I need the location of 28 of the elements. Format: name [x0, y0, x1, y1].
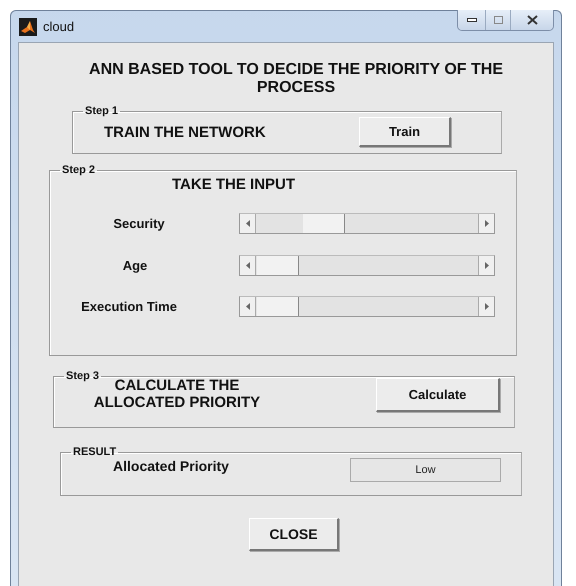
close-icon	[526, 15, 538, 25]
step-label: TRAIN THE NETWORK	[104, 124, 267, 140]
close-button[interactable]	[510, 10, 553, 30]
panel-legend: Step 1	[83, 105, 120, 117]
maximize-icon	[494, 16, 502, 24]
slider[interactable]	[239, 296, 495, 317]
panel-legend: RESULT	[71, 446, 118, 458]
slider-label: Age	[122, 258, 148, 273]
section-title: TAKE THE INPUT	[172, 176, 296, 193]
app-logo-icon	[19, 18, 37, 36]
panel-legend: Step 2	[60, 164, 98, 176]
slider-thumb[interactable]	[257, 297, 300, 316]
result-field: Low	[350, 458, 501, 482]
close-dialog-button[interactable]: CLOSE	[249, 518, 339, 551]
slider-thumb[interactable]	[303, 214, 346, 233]
heading: ANN BASED TOOL TO DECIDE THE PRIORITY OF THE PROCESS	[88, 61, 504, 97]
window-title: cloud	[43, 19, 74, 34]
slider-label: Execution Time	[80, 299, 178, 314]
train-button[interactable]: Train	[359, 117, 451, 147]
slider[interactable]	[239, 255, 495, 276]
slider-label: Security	[112, 216, 166, 231]
result-label: Allocated Priority	[113, 458, 230, 474]
calculate-button[interactable]: Calculate	[376, 378, 500, 412]
minimize-button[interactable]	[458, 10, 485, 30]
minimize-icon	[466, 18, 476, 22]
slider[interactable]	[239, 213, 495, 234]
panel-legend: Step 3	[64, 370, 102, 382]
slider-thumb[interactable]	[257, 256, 300, 275]
